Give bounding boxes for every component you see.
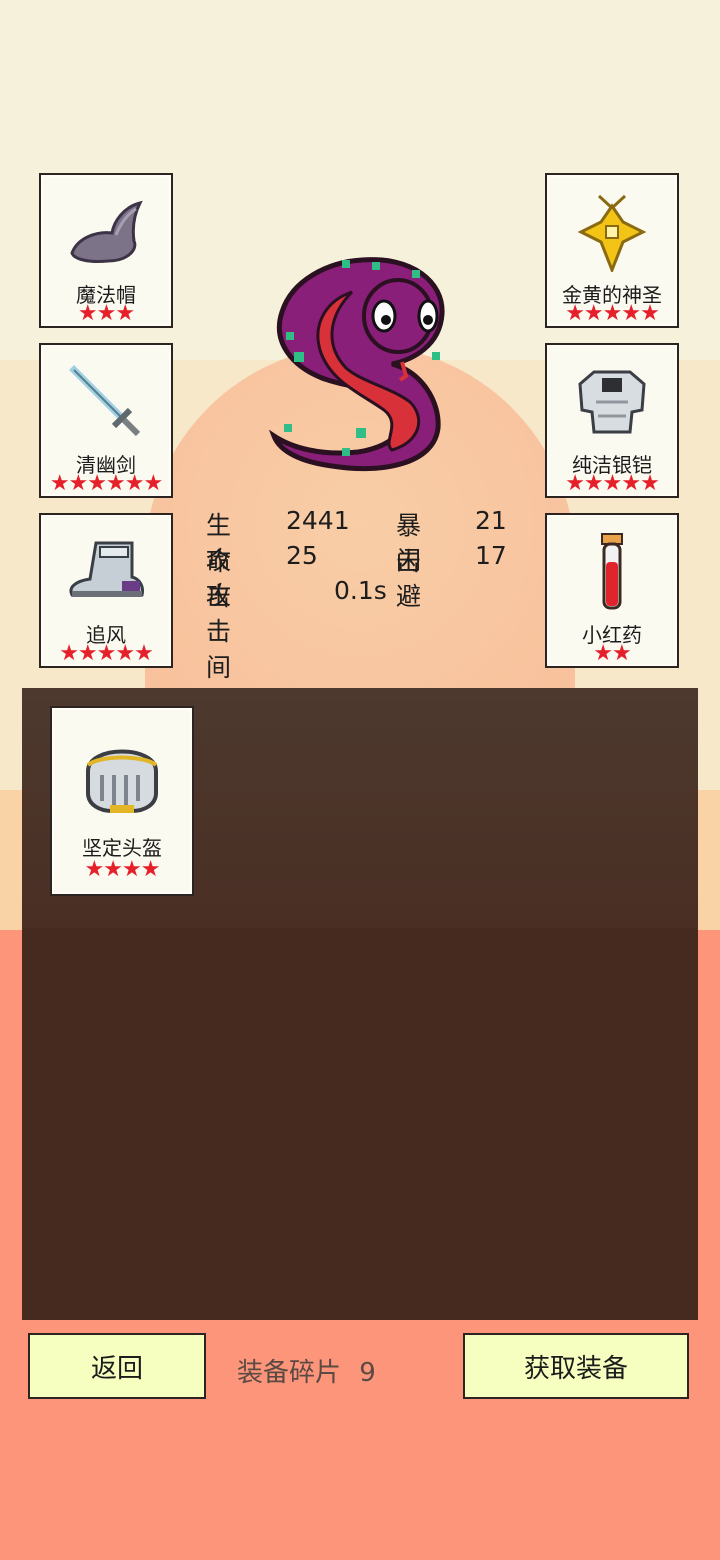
crit-value: 21 xyxy=(475,506,507,535)
sword-icon xyxy=(41,357,171,447)
atk-value: 25 xyxy=(286,541,318,570)
dodge-label: 闪避 xyxy=(396,546,422,611)
star-rating: ★★★★★ xyxy=(565,471,660,496)
equip-slot-hat[interactable]: 魔法帽 ★★★ xyxy=(39,173,173,328)
equip-slot-cross[interactable]: 金黄的神圣 ★★★★★ xyxy=(545,173,679,328)
get-equipment-button[interactable]: 获取装备 xyxy=(463,1333,689,1399)
equip-slot-armor[interactable]: 纯洁银铠 ★★★★★ xyxy=(545,343,679,498)
hp-value: 2441 xyxy=(286,506,350,535)
cobra-icon xyxy=(262,252,448,476)
equip-slot-potion[interactable]: 小红药 ★★ xyxy=(545,513,679,668)
back-button[interactable]: 返回 xyxy=(28,1333,206,1399)
star-rating: ★★ xyxy=(593,641,631,666)
silver-armor-icon xyxy=(547,357,677,447)
boot-icon xyxy=(41,527,171,617)
interval-value: 0.1s xyxy=(334,576,387,605)
equip-slot-sword[interactable]: 清幽剑 ★★★★★★ xyxy=(39,343,173,498)
inventory-item-helmet[interactable]: 坚定头盔 ★★★★ xyxy=(50,706,194,896)
star-rating: ★★★ xyxy=(77,301,135,326)
star-rating: ★★★★★★ xyxy=(49,471,163,496)
helmet-icon xyxy=(52,728,192,818)
golden-cross-icon xyxy=(547,187,677,277)
star-rating: ★★★★★ xyxy=(59,641,154,666)
red-potion-icon xyxy=(547,527,677,617)
star-rating: ★★★★ xyxy=(84,857,161,882)
dodge-value: 17 xyxy=(475,541,507,570)
wizard-hat-icon xyxy=(41,187,171,277)
fragments-label: 装备碎片 xyxy=(237,1358,342,1388)
fragment-count: 装备碎片 9 xyxy=(237,1352,376,1389)
star-rating: ★★★★★ xyxy=(565,301,660,326)
fragments-value: 9 xyxy=(359,1358,376,1388)
equip-slot-boot[interactable]: 追风 ★★★★★ xyxy=(39,513,173,668)
